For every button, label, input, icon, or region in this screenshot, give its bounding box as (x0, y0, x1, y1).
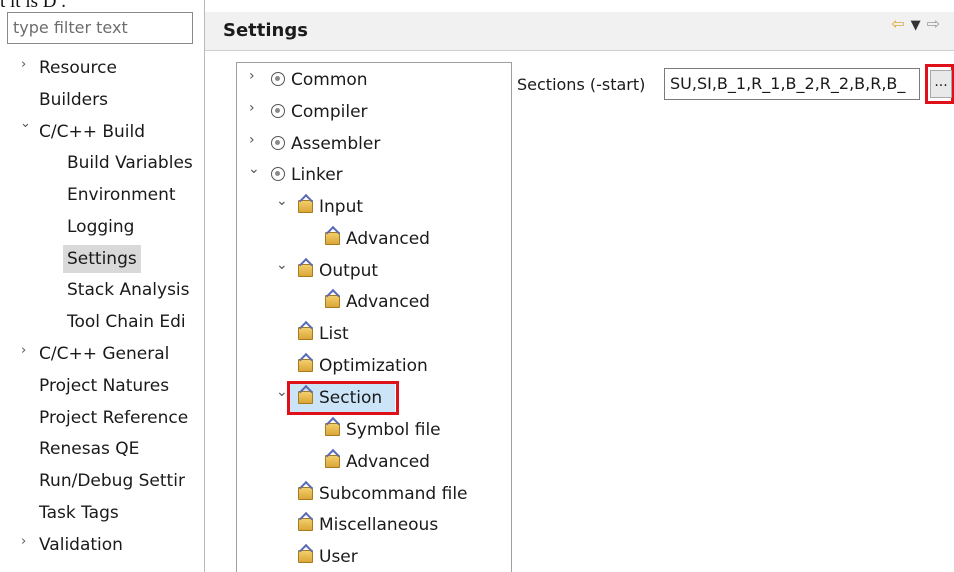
option-category-icon (298, 550, 313, 563)
nav-item-project-references[interactable]: Project Reference (39, 404, 188, 432)
expand-twisty-icon[interactable]: › (249, 68, 255, 84)
tree-item-section-advanced[interactable]: Advanced (325, 448, 430, 476)
collapse-twisty-icon[interactable]: ⌄ (276, 384, 288, 400)
expand-twisty-icon[interactable]: › (21, 343, 26, 358)
tree-item-label: User (319, 547, 358, 567)
tree-item-output-advanced[interactable]: Advanced (325, 288, 430, 316)
expand-twisty-icon[interactable]: › (249, 100, 255, 116)
tree-item-symbol-file[interactable]: Symbol file (325, 416, 441, 444)
tool-icon (271, 167, 285, 181)
filter-input[interactable]: type filter text (7, 12, 193, 44)
tree-item-label: Symbol file (346, 420, 441, 440)
sections-field[interactable]: SU,SI,B_1,R_1,B_2,R_2,B,R,B_ (664, 68, 920, 100)
forward-arrow-icon[interactable]: ⇨ (927, 14, 946, 33)
tree-item-input[interactable]: Input (298, 193, 363, 221)
nav-item-project-natures[interactable]: Project Natures (39, 372, 169, 400)
collapse-twisty-icon[interactable]: ⌄ (276, 257, 288, 273)
tree-item-label: Advanced (346, 292, 430, 312)
nav-item-environment[interactable]: Environment (67, 181, 176, 209)
option-category-icon (325, 455, 340, 468)
collapse-twisty-icon[interactable]: ⌄ (276, 193, 288, 209)
tree-item-user[interactable]: User (298, 543, 358, 571)
tree-item-label: Advanced (346, 229, 430, 249)
tree-item-optimization[interactable]: Optimization (298, 352, 428, 380)
nav-item-stack-analysis[interactable]: Stack Analysis (67, 276, 190, 304)
tree-item-compiler[interactable]: Compiler (271, 98, 368, 126)
option-category-icon (298, 327, 313, 340)
option-category-icon (298, 200, 313, 213)
option-category-icon (298, 487, 313, 500)
browse-button[interactable]: ... (930, 70, 952, 98)
tree-item-label: Input (319, 197, 364, 217)
option-category-icon (325, 423, 340, 436)
nav-item-build-variables[interactable]: Build Variables (67, 149, 193, 177)
tree-item-label: Subcommand file (319, 484, 468, 504)
tool-icon (271, 72, 285, 86)
tool-settings-tree: › Common › Compiler › Assembler ⌄ Linker… (236, 62, 512, 572)
tree-item-miscellaneous[interactable]: Miscellaneous (298, 511, 438, 539)
back-arrow-icon[interactable]: ⇦ (891, 14, 910, 33)
collapse-twisty-icon[interactable]: ⌄ (248, 161, 260, 177)
history-nav: ⇦▼⇨ (891, 14, 946, 33)
nav-item-validation[interactable]: Validation (39, 531, 123, 559)
expand-twisty-icon[interactable]: › (249, 132, 255, 148)
tool-icon (271, 136, 285, 150)
option-category-icon (298, 359, 313, 372)
tree-item-common[interactable]: Common (271, 66, 368, 94)
nav-item-settings[interactable]: Settings (63, 245, 141, 273)
nav-item-renesas-qe[interactable]: Renesas QE (39, 435, 139, 463)
tree-item-list[interactable]: List (298, 320, 349, 348)
nav-item-run-debug-settings[interactable]: Run/Debug Settir (39, 467, 185, 495)
nav-item-builders[interactable]: Builders (39, 86, 108, 114)
settings-header: Settings ⇦▼⇨ (205, 12, 954, 51)
tree-item-label: Output (319, 261, 379, 281)
collapse-twisty-icon[interactable]: ⌄ (20, 116, 31, 131)
option-category-icon (298, 264, 313, 277)
tree-item-label: Advanced (346, 452, 430, 472)
nav-item-logging[interactable]: Logging (67, 213, 134, 241)
nav-item-cpp-general[interactable]: C/C++ General (39, 340, 169, 368)
sections-label: Sections (-start) (517, 75, 646, 94)
option-category-icon (298, 518, 313, 531)
tree-item-label: Linker (291, 165, 343, 185)
expand-twisty-icon[interactable]: › (21, 534, 26, 549)
option-category-icon (325, 232, 340, 245)
tree-item-label: Assembler (291, 134, 381, 154)
nav-item-resource[interactable]: Resource (39, 54, 117, 82)
tree-item-subcommand-file[interactable]: Subcommand file (298, 480, 468, 508)
option-category-icon (298, 391, 313, 404)
option-category-icon (325, 295, 340, 308)
tool-icon (271, 104, 285, 118)
expand-twisty-icon[interactable]: › (21, 57, 26, 72)
page-title: Settings (223, 20, 308, 41)
tree-item-output[interactable]: Output (298, 257, 378, 285)
dropdown-menu-icon[interactable]: ▼ (911, 18, 927, 33)
tree-item-input-advanced[interactable]: Advanced (325, 225, 430, 253)
tree-item-assembler[interactable]: Assembler (271, 130, 380, 158)
tree-item-label: Compiler (291, 102, 368, 122)
tree-item-label: Optimization (319, 356, 428, 376)
tree-item-label: Section (319, 388, 383, 408)
tree-item-section[interactable]: Section (298, 384, 382, 412)
tree-item-linker[interactable]: Linker (271, 161, 343, 189)
nav-item-cpp-build[interactable]: C/C++ Build (39, 118, 145, 146)
nav-item-tool-chain-editor[interactable]: Tool Chain Edi (67, 308, 186, 336)
nav-item-task-tags[interactable]: Task Tags (39, 499, 119, 527)
tree-item-label: Miscellaneous (319, 515, 439, 535)
tree-item-label: List (319, 324, 349, 344)
pane-divider[interactable] (204, 0, 205, 572)
tree-item-label: Common (291, 70, 368, 90)
